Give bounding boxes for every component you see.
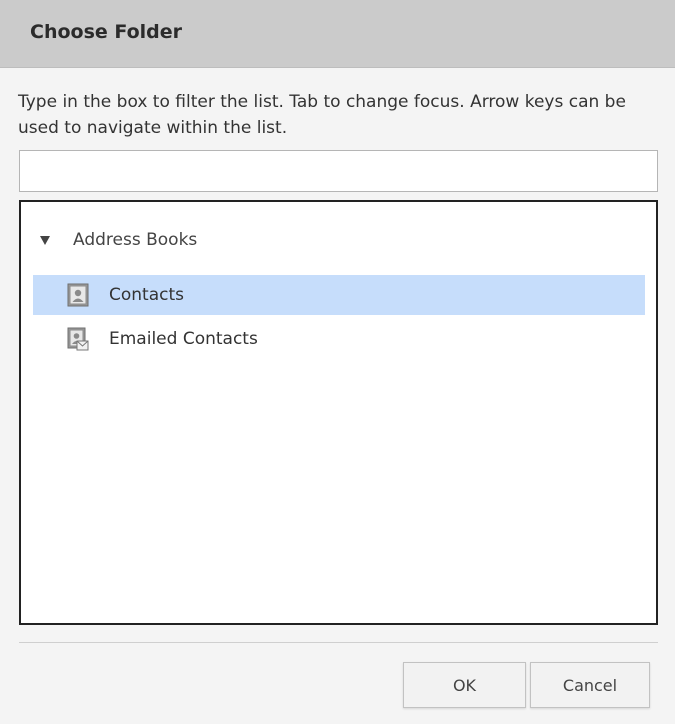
tree-item-label: Emailed Contacts: [109, 329, 258, 349]
dialog-titlebar: Choose Folder: [0, 0, 675, 68]
tree-item-label: Contacts: [109, 285, 184, 305]
triangle-down-icon[interactable]: [39, 234, 51, 246]
contacts-book-icon: [67, 283, 89, 307]
ok-button[interactable]: OK: [403, 662, 526, 708]
folder-tree[interactable]: Address Books Contacts Emailed Contacts: [19, 200, 658, 625]
emailed-contacts-icon: [67, 327, 89, 351]
tree-node-address-books[interactable]: Address Books: [39, 226, 197, 254]
filter-input[interactable]: [19, 150, 658, 192]
tree-item-emailed-contacts[interactable]: Emailed Contacts: [33, 319, 645, 359]
cancel-button[interactable]: Cancel: [530, 662, 650, 708]
choose-folder-dialog: Choose Folder Type in the box to filter …: [0, 0, 675, 724]
tree-node-label: Address Books: [73, 230, 198, 250]
dialog-title: Choose Folder: [30, 21, 183, 43]
tree-item-contacts[interactable]: Contacts: [33, 275, 645, 315]
instructions-text: Type in the box to filter the list. Tab …: [18, 92, 626, 138]
footer-divider: [19, 642, 658, 643]
